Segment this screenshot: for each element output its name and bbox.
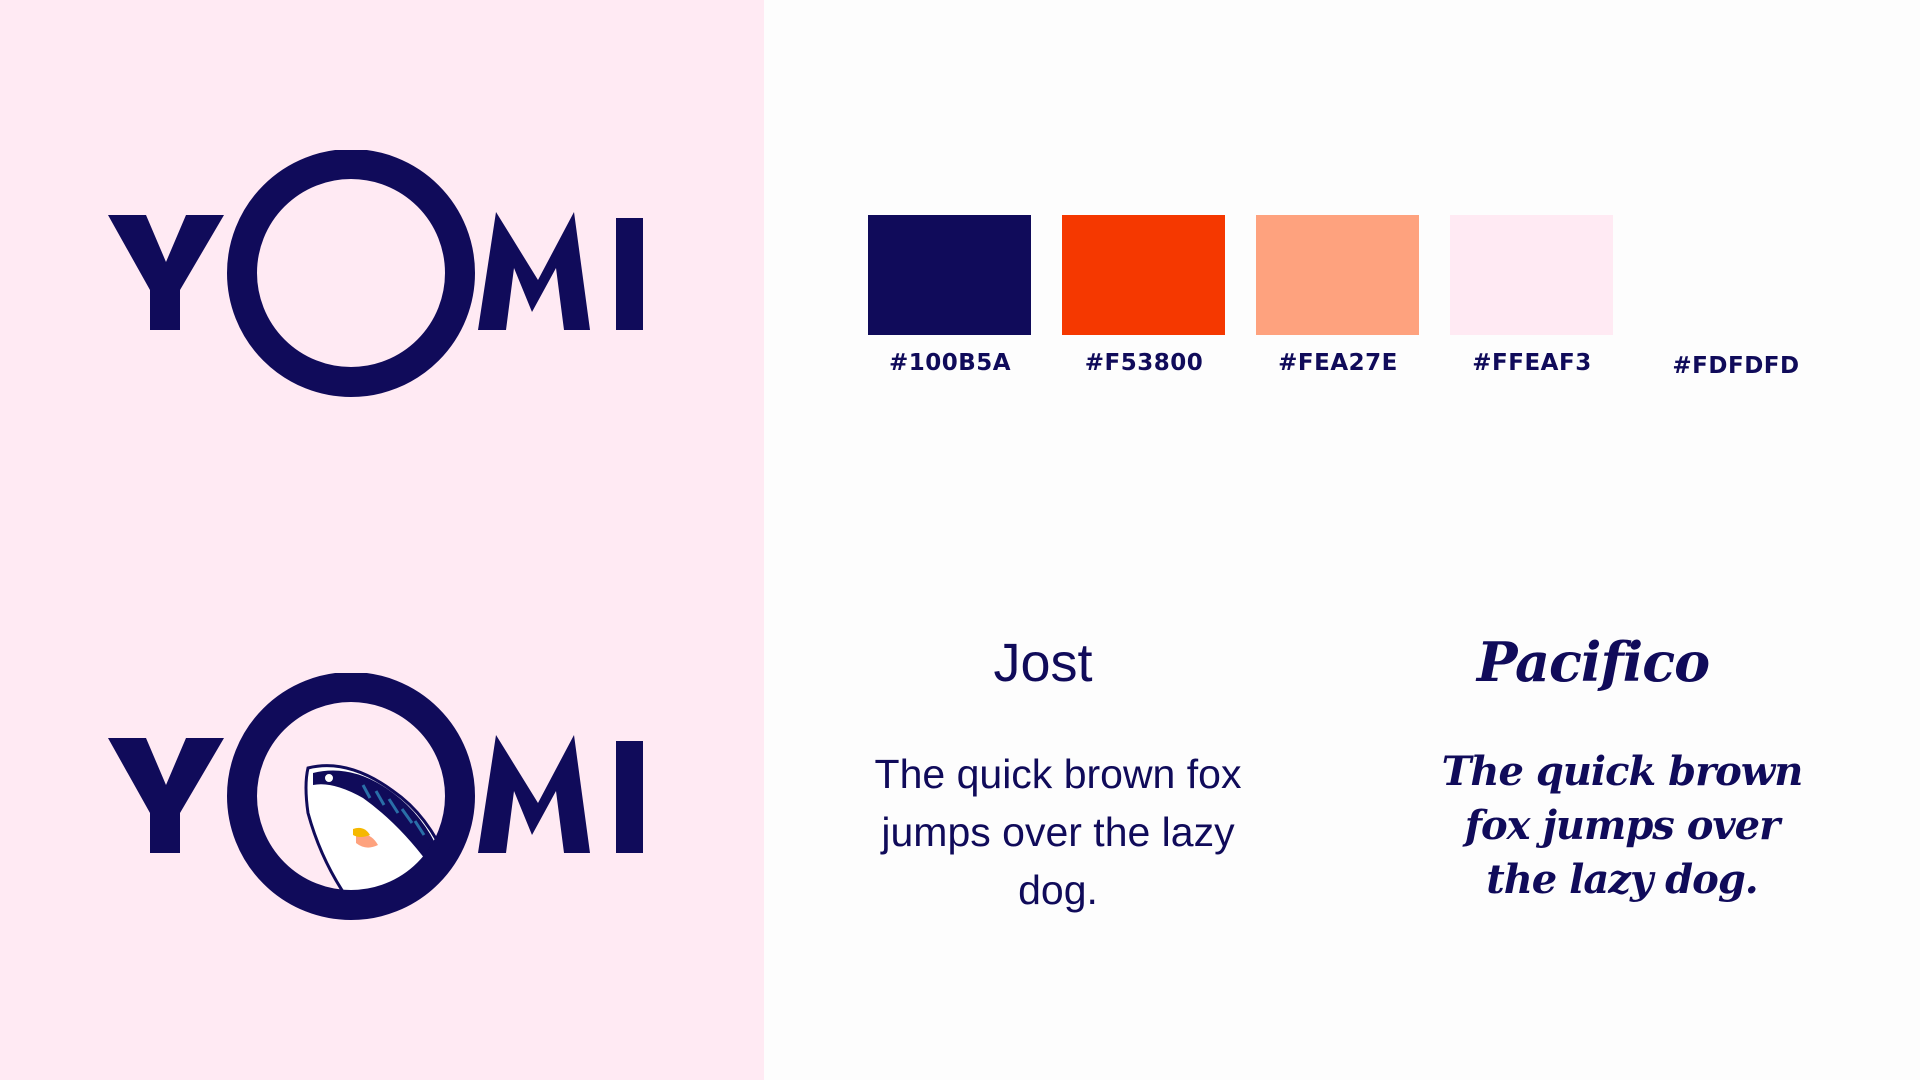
- yomi-logo-graphic: [108, 150, 643, 397]
- logo-panel: [0, 0, 764, 1080]
- color-label-peach: #FEA27E: [1278, 350, 1398, 376]
- color-swatch-orange: [1062, 215, 1225, 335]
- secondary-font-name: Pacifico: [1476, 630, 1710, 694]
- color-swatch-peach: [1256, 215, 1419, 335]
- color-swatch-pink: [1450, 215, 1613, 335]
- yomi-logo: [108, 150, 668, 400]
- color-label-navy: #100B5A: [888, 350, 1012, 376]
- yomi-logo-with-fish: [108, 673, 668, 923]
- brand-guide-page: #100B5A #F53800 #FEA27E #FFEAF3 #FDFDFD …: [0, 0, 1920, 1080]
- secondary-font-sample: The quick brown fox jumps over the lazy …: [1441, 748, 1804, 903]
- color-label-pink: #FFEAF3: [1472, 350, 1592, 376]
- color-label-white: #FDFDFD: [1672, 353, 1800, 379]
- primary-font-sample: The quick brown fox jumps over the lazy …: [874, 751, 1242, 913]
- color-swatch-navy: [868, 215, 1031, 335]
- yomi-logo-fish-graphic: [108, 673, 643, 920]
- primary-font-name: Jost: [993, 633, 1093, 693]
- color-label-orange: #F53800: [1084, 350, 1204, 376]
